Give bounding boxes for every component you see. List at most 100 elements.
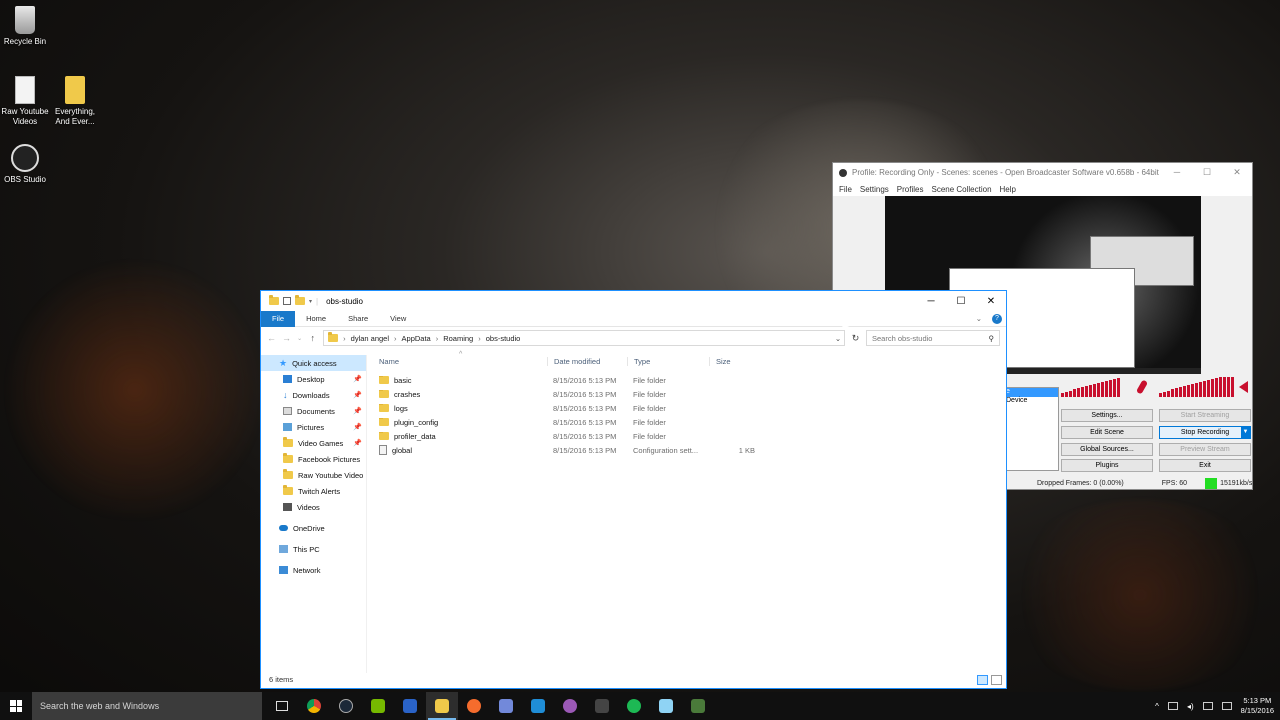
- global-sources-button[interactable]: Global Sources...: [1061, 443, 1153, 456]
- close-icon[interactable]: ✕: [1222, 167, 1252, 178]
- menu-profiles[interactable]: Profiles: [897, 185, 924, 194]
- close-icon[interactable]: ✕: [976, 296, 1006, 307]
- pin-icon: 📌: [353, 376, 362, 383]
- refresh-icon[interactable]: ↻: [851, 333, 860, 344]
- desktop-icon-everything[interactable]: Everything, And Ever...: [50, 76, 100, 127]
- folder-icon: [379, 431, 389, 440]
- nav-twitch-alerts[interactable]: Twitch Alerts: [261, 483, 366, 499]
- nav-video-games[interactable]: Video Games 📌: [261, 435, 366, 451]
- action-center-icon[interactable]: [1202, 702, 1213, 710]
- network-tray-icon[interactable]: [1167, 702, 1178, 710]
- taskbar-app[interactable]: [554, 692, 586, 720]
- column-header-date[interactable]: Date modified: [547, 356, 627, 366]
- nav-documents[interactable]: Documents 📌: [261, 403, 366, 419]
- address-dropdown-icon[interactable]: ⌄: [832, 334, 844, 343]
- details-view-icon[interactable]: [977, 675, 988, 685]
- task-view-button[interactable]: [266, 692, 298, 720]
- minimize-icon[interactable]: ─: [916, 296, 946, 307]
- settings-button[interactable]: Settings...: [1061, 409, 1153, 422]
- breadcrumb-item[interactable]: AppData: [402, 334, 431, 343]
- back-arrow-icon[interactable]: ←: [267, 333, 276, 343]
- taskbar-search-box[interactable]: Search the web and Windows: [32, 692, 262, 720]
- search-input[interactable]: Search obs-studio ⚲: [866, 330, 1000, 346]
- speaker-icon[interactable]: [1239, 381, 1248, 393]
- column-header-type[interactable]: Type: [627, 356, 709, 366]
- large-icons-view-icon[interactable]: [991, 675, 1002, 685]
- maximize-icon[interactable]: ☐: [946, 296, 976, 307]
- up-arrow-icon[interactable]: ↑: [308, 333, 317, 343]
- nav-videos[interactable]: Videos: [261, 499, 366, 515]
- start-streaming-button[interactable]: Start Streaming: [1159, 409, 1251, 422]
- breadcrumb-item[interactable]: dylan angel: [351, 334, 389, 343]
- file-row[interactable]: global 8/15/2016 5:13 PM Configuration s…: [373, 443, 1003, 457]
- tab-file[interactable]: File: [261, 310, 296, 327]
- edit-scene-button[interactable]: Edit Scene: [1061, 426, 1153, 439]
- nav-downloads[interactable]: ↓ Downloads 📌: [261, 387, 366, 403]
- obs-sources-list[interactable]: e Device: [1005, 387, 1059, 471]
- recent-locations-icon[interactable]: ⌄: [297, 335, 302, 342]
- volume-tray-icon[interactable]: ◂): [1187, 702, 1194, 711]
- file-row[interactable]: logs 8/15/2016 5:13 PM File folder: [373, 401, 1003, 415]
- taskbar-app[interactable]: [586, 692, 618, 720]
- properties-icon[interactable]: [283, 297, 291, 305]
- taskbar-app[interactable]: [682, 692, 714, 720]
- keyboard-tray-icon[interactable]: [1221, 702, 1232, 710]
- nav-this-pc[interactable]: This PC: [261, 541, 366, 557]
- nav-pictures[interactable]: Pictures 📌: [261, 419, 366, 435]
- taskbar-app[interactable]: [458, 692, 490, 720]
- nav-onedrive[interactable]: OneDrive: [261, 520, 366, 536]
- menu-help[interactable]: Help: [1000, 185, 1016, 194]
- tab-view[interactable]: View: [379, 311, 417, 327]
- taskbar-app[interactable]: [650, 692, 682, 720]
- source-item[interactable]: Device: [1006, 397, 1058, 404]
- tab-share[interactable]: Share: [337, 311, 379, 327]
- dropdown-arrow-icon[interactable]: ▼: [1241, 427, 1250, 438]
- breadcrumb-item[interactable]: obs-studio: [486, 334, 521, 343]
- tab-home[interactable]: Home: [295, 311, 337, 327]
- menu-scene-collection[interactable]: Scene Collection: [931, 185, 991, 194]
- microphone-icon[interactable]: [1135, 379, 1149, 395]
- file-row[interactable]: plugin_config 8/15/2016 5:13 PM File fol…: [373, 415, 1003, 429]
- source-item-selected[interactable]: e: [1006, 388, 1058, 397]
- start-button[interactable]: [0, 692, 32, 720]
- taskbar-app[interactable]: [394, 692, 426, 720]
- file-row[interactable]: crashes 8/15/2016 5:13 PM File folder: [373, 387, 1003, 401]
- nav-facebook-pictures[interactable]: Facebook Pictures: [261, 451, 366, 467]
- exit-button[interactable]: Exit: [1159, 459, 1251, 472]
- help-icon[interactable]: ?: [992, 313, 1002, 324]
- desktop-icon-raw-youtube-videos[interactable]: Raw Youtube Videos: [0, 76, 50, 127]
- nav-network[interactable]: Network: [261, 562, 366, 578]
- desktop-icon-obs-studio[interactable]: OBS Studio: [0, 144, 50, 185]
- malwarebytes-icon: [403, 699, 417, 713]
- column-header-size[interactable]: Size: [709, 356, 759, 366]
- show-hidden-icons-icon[interactable]: ^: [1155, 702, 1159, 711]
- desktop-icon-recycle-bin[interactable]: Recycle Bin: [0, 6, 50, 47]
- taskbar-app-file-explorer[interactable]: [426, 692, 458, 720]
- address-bar[interactable]: › dylan angel › AppData › Roaming › obs-…: [323, 330, 846, 346]
- forward-arrow-icon[interactable]: →: [282, 333, 291, 343]
- nav-quick-access[interactable]: ★ Quick access: [261, 355, 366, 371]
- file-row[interactable]: profiler_data 8/15/2016 5:13 PM File fol…: [373, 429, 1003, 443]
- clock[interactable]: 5:13 PM 8/15/2016: [1241, 696, 1274, 716]
- preview-stream-button[interactable]: Preview Stream: [1159, 443, 1251, 456]
- maximize-icon[interactable]: ☐: [1192, 167, 1222, 178]
- taskbar-app[interactable]: [522, 692, 554, 720]
- breadcrumb-item[interactable]: Roaming: [443, 334, 473, 343]
- nav-raw-youtube-video[interactable]: Raw Youtube Video: [261, 467, 366, 483]
- menu-settings[interactable]: Settings: [860, 185, 889, 194]
- expand-ribbon-icon[interactable]: ⌄: [976, 314, 982, 323]
- plugins-button[interactable]: Plugins: [1061, 459, 1153, 472]
- taskbar-app[interactable]: [490, 692, 522, 720]
- menu-file[interactable]: File: [839, 185, 852, 194]
- minimize-icon[interactable]: ─: [1162, 167, 1192, 178]
- new-folder-icon[interactable]: [295, 295, 305, 305]
- file-row[interactable]: basic 8/15/2016 5:13 PM File folder: [373, 373, 1003, 387]
- taskbar-app[interactable]: [330, 692, 362, 720]
- nav-desktop[interactable]: Desktop 📌: [261, 371, 366, 387]
- customize-dropdown-icon[interactable]: ▾: [309, 298, 312, 305]
- taskbar-app[interactable]: [362, 692, 394, 720]
- taskbar-app[interactable]: [618, 692, 650, 720]
- stop-recording-button[interactable]: Stop Recording ▼: [1159, 426, 1251, 439]
- taskbar-app[interactable]: [298, 692, 330, 720]
- chrome-icon: [307, 699, 321, 713]
